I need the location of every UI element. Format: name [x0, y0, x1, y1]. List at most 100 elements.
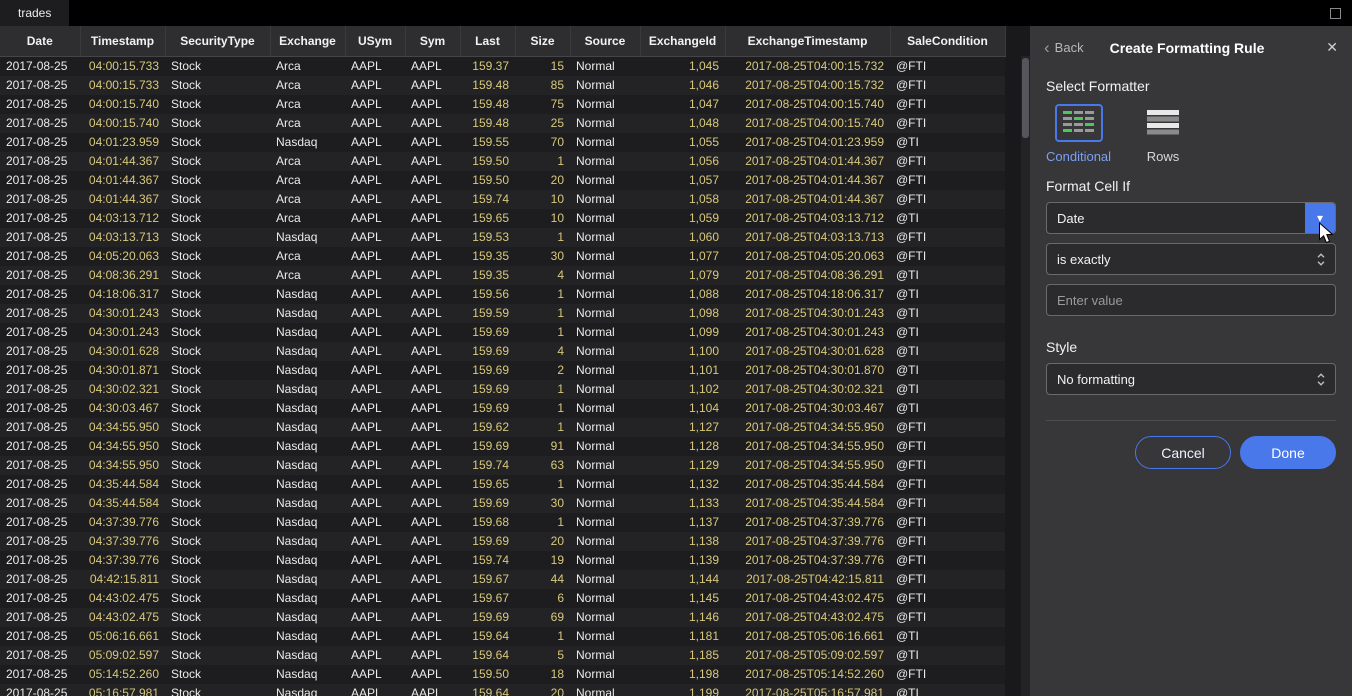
table-cell[interactable]: Nasdaq [270, 532, 345, 551]
table-cell[interactable]: 1,057 [640, 171, 725, 190]
table-cell[interactable]: 04:03:13.713 [80, 228, 165, 247]
table-row[interactable]: 2017-08-2504:18:06.317StockNasdaqAAPLAAP… [0, 285, 1005, 304]
table-cell[interactable]: Normal [570, 133, 640, 152]
table-cell[interactable]: 04:35:44.584 [80, 494, 165, 513]
table-cell[interactable]: 04:00:15.740 [80, 95, 165, 114]
table-cell[interactable]: @FTI [890, 475, 1005, 494]
table-cell[interactable]: AAPL [405, 627, 460, 646]
table-cell[interactable]: Stock [165, 684, 270, 696]
table-cell[interactable]: Nasdaq [270, 418, 345, 437]
table-cell[interactable]: AAPL [345, 684, 405, 696]
table-cell[interactable]: AAPL [345, 646, 405, 665]
table-cell[interactable]: Stock [165, 665, 270, 684]
table-cell[interactable]: Nasdaq [270, 494, 345, 513]
table-cell[interactable]: Stock [165, 285, 270, 304]
table-cell[interactable]: 2017-08-25T04:18:06.317 [725, 285, 890, 304]
table-cell[interactable]: Stock [165, 361, 270, 380]
table-cell[interactable]: 04:30:01.243 [80, 323, 165, 342]
table-cell[interactable]: 159.64 [460, 684, 515, 696]
table-cell[interactable]: AAPL [405, 665, 460, 684]
table-row[interactable]: 2017-08-2504:37:39.776StockNasdaqAAPLAAP… [0, 551, 1005, 570]
table-cell[interactable]: AAPL [405, 570, 460, 589]
table-cell[interactable]: 1,127 [640, 418, 725, 437]
table-cell[interactable]: 1,059 [640, 209, 725, 228]
table-cell[interactable]: AAPL [345, 380, 405, 399]
table-cell[interactable]: 2017-08-25T04:30:01.243 [725, 304, 890, 323]
table-cell[interactable]: Stock [165, 133, 270, 152]
table-cell[interactable]: 04:00:15.733 [80, 76, 165, 95]
table-cell[interactable]: AAPL [345, 323, 405, 342]
table-row[interactable]: 2017-08-2504:34:55.950StockNasdaqAAPLAAP… [0, 437, 1005, 456]
table-cell[interactable]: 2017-08-25T04:01:44.367 [725, 152, 890, 171]
table-cell[interactable]: 2017-08-25 [0, 266, 80, 285]
table-cell[interactable]: 04:30:01.871 [80, 361, 165, 380]
table-cell[interactable]: @FTI [890, 608, 1005, 627]
table-cell[interactable]: 159.37 [460, 56, 515, 76]
table-cell[interactable]: 1,138 [640, 532, 725, 551]
table-cell[interactable]: Normal [570, 361, 640, 380]
table-cell[interactable]: 30 [515, 247, 570, 266]
tab-trades[interactable]: trades [0, 0, 69, 26]
table-cell[interactable]: Nasdaq [270, 456, 345, 475]
table-cell[interactable]: 159.74 [460, 190, 515, 209]
table-cell[interactable]: 05:14:52.260 [80, 665, 165, 684]
table-cell[interactable]: 2017-08-25T04:30:01.870 [725, 361, 890, 380]
table-cell[interactable]: 1,102 [640, 380, 725, 399]
table-cell[interactable]: 1,099 [640, 323, 725, 342]
table-cell[interactable]: 159.48 [460, 114, 515, 133]
table-cell[interactable]: Normal [570, 646, 640, 665]
table-cell[interactable]: Normal [570, 399, 640, 418]
table-cell[interactable]: Normal [570, 95, 640, 114]
format-column-select[interactable]: Date ▾ [1046, 202, 1336, 234]
table-cell[interactable]: 04:05:20.063 [80, 247, 165, 266]
table-cell[interactable]: @FTI [890, 95, 1005, 114]
table-cell[interactable]: 85 [515, 76, 570, 95]
table-cell[interactable]: 1,046 [640, 76, 725, 95]
table-cell[interactable]: 1,100 [640, 342, 725, 361]
table-row[interactable]: 2017-08-2504:30:01.243StockNasdaqAAPLAAP… [0, 304, 1005, 323]
table-cell[interactable]: 91 [515, 437, 570, 456]
table-row[interactable]: 2017-08-2504:30:01.243StockNasdaqAAPLAAP… [0, 323, 1005, 342]
table-cell[interactable]: @TI [890, 361, 1005, 380]
table-cell[interactable]: Stock [165, 114, 270, 133]
table-cell[interactable]: 1,129 [640, 456, 725, 475]
table-cell[interactable]: Stock [165, 266, 270, 285]
table-cell[interactable]: 1,045 [640, 56, 725, 76]
table-cell[interactable]: Stock [165, 190, 270, 209]
table-cell[interactable]: Stock [165, 342, 270, 361]
style-select[interactable]: No formatting [1046, 363, 1336, 395]
table-cell[interactable]: 2017-08-25T04:05:20.063 [725, 247, 890, 266]
table-cell[interactable]: @FTI [890, 456, 1005, 475]
table-cell[interactable]: AAPL [405, 513, 460, 532]
table-cell[interactable]: @FTI [890, 56, 1005, 76]
table-cell[interactable]: 159.69 [460, 532, 515, 551]
table-row[interactable]: 2017-08-2504:43:02.475StockNasdaqAAPLAAP… [0, 608, 1005, 627]
table-cell[interactable]: @TI [890, 266, 1005, 285]
table-cell[interactable]: Normal [570, 285, 640, 304]
table-cell[interactable]: 20 [515, 171, 570, 190]
table-cell[interactable]: 2017-08-25T05:16:57.981 [725, 684, 890, 696]
table-cell[interactable]: 1,088 [640, 285, 725, 304]
table-cell[interactable]: 05:16:57.981 [80, 684, 165, 696]
table-cell[interactable]: AAPL [405, 76, 460, 95]
table-cell[interactable]: 04:01:44.367 [80, 152, 165, 171]
table-cell[interactable]: AAPL [345, 437, 405, 456]
table-cell[interactable]: 04:35:44.584 [80, 475, 165, 494]
table-cell[interactable]: @TI [890, 627, 1005, 646]
table-row[interactable]: 2017-08-2504:00:15.733StockArcaAAPLAAPL1… [0, 76, 1005, 95]
table-cell[interactable]: Nasdaq [270, 475, 345, 494]
table-cell[interactable]: 1,133 [640, 494, 725, 513]
table-cell[interactable]: AAPL [405, 608, 460, 627]
table-cell[interactable]: Stock [165, 323, 270, 342]
table-row[interactable]: 2017-08-2505:09:02.597StockNasdaqAAPLAAP… [0, 646, 1005, 665]
table-cell[interactable]: 2017-08-25T04:30:01.628 [725, 342, 890, 361]
table-cell[interactable]: Normal [570, 627, 640, 646]
table-cell[interactable]: 159.48 [460, 95, 515, 114]
table-cell[interactable]: 159.48 [460, 76, 515, 95]
table-cell[interactable]: 1,181 [640, 627, 725, 646]
table-cell[interactable]: 159.35 [460, 266, 515, 285]
table-cell[interactable]: 2017-08-25T04:43:02.475 [725, 589, 890, 608]
table-cell[interactable]: Nasdaq [270, 285, 345, 304]
table-cell[interactable]: Stock [165, 570, 270, 589]
table-cell[interactable]: 1,077 [640, 247, 725, 266]
